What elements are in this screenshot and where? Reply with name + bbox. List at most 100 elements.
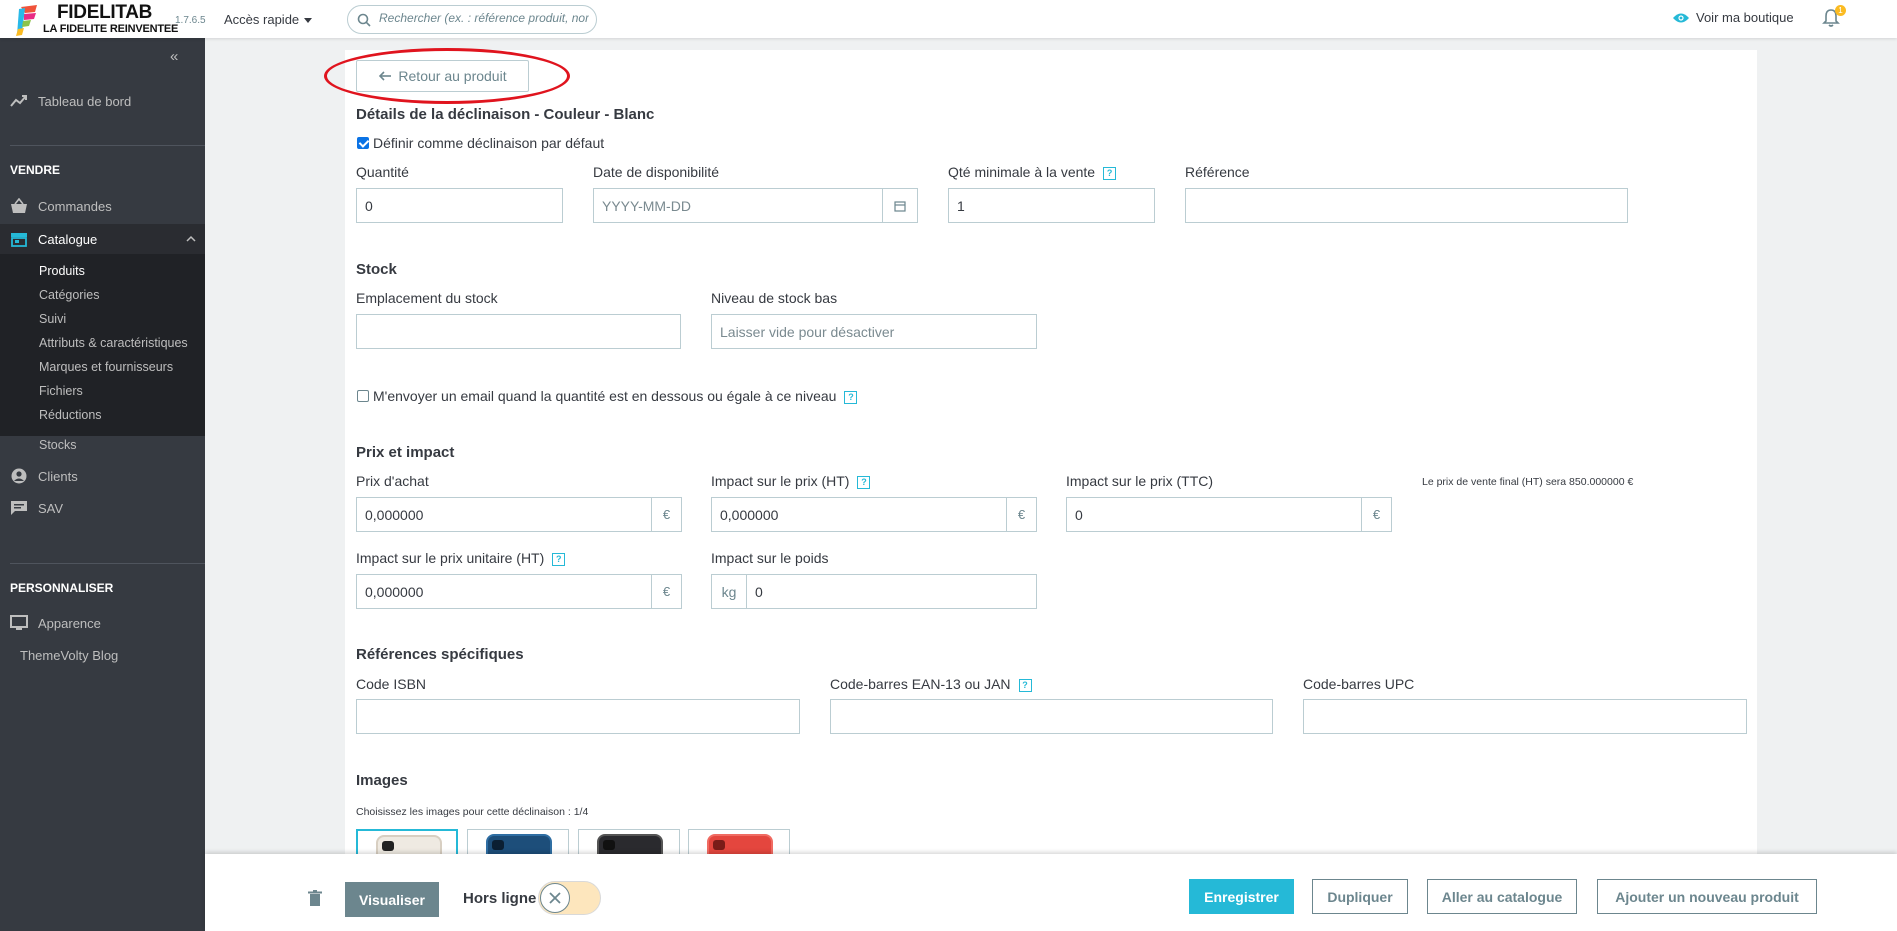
submenu-item-files[interactable]: Fichiers bbox=[39, 384, 83, 398]
images-hint: Choisissez les images pour cette déclina… bbox=[356, 806, 589, 818]
isbn-input[interactable] bbox=[356, 699, 800, 734]
availability-date-label: Date de disponibilité bbox=[593, 164, 720, 180]
availability-date-input[interactable]: YYYY-MM-DD bbox=[593, 188, 883, 223]
unit-impact-input[interactable]: 0,000000 bbox=[356, 574, 652, 609]
help-icon[interactable]: ? bbox=[844, 390, 858, 404]
sidebar-item-orders[interactable]: Commandes bbox=[0, 191, 205, 221]
unit-impact-label: Impact sur le prix unitaire (HT)? bbox=[356, 550, 566, 566]
sidebar-item-appearance[interactable]: Apparence bbox=[0, 608, 205, 638]
action-footer: Visualiser Hors ligne Enregistrer Dupliq… bbox=[205, 854, 1897, 931]
purchase-price-input[interactable]: 0,000000 bbox=[356, 497, 652, 532]
low-stock-label: Niveau de stock bas bbox=[711, 290, 838, 306]
upc-label: Code-barres UPC bbox=[1303, 676, 1415, 692]
quantity-label: Quantité bbox=[356, 164, 409, 180]
impact-ht-label-text: Impact sur le prix (HT) bbox=[711, 473, 850, 489]
submenu-item-stocks[interactable]: Stocks bbox=[39, 438, 77, 452]
notifications-button[interactable]: 1 bbox=[1822, 5, 1846, 30]
offline-label: Hors ligne bbox=[463, 890, 537, 907]
quick-access-dropdown[interactable]: Accès rapide bbox=[224, 12, 313, 27]
close-icon bbox=[549, 892, 561, 904]
images-section-title: Images bbox=[356, 772, 408, 789]
save-button[interactable]: Enregistrer bbox=[1189, 879, 1294, 914]
sidebar: « Tableau de bord VENDRE Commandes Catal… bbox=[0, 38, 205, 931]
final-price-note: Le prix de vente final (HT) sera 850.000… bbox=[1422, 476, 1634, 488]
view-shop-label: Voir ma boutique bbox=[1696, 10, 1794, 25]
preview-button[interactable]: Visualiser bbox=[345, 882, 439, 917]
shopping-basket-icon bbox=[11, 198, 27, 213]
sidebar-item-catalog[interactable]: Catalogue bbox=[0, 224, 205, 254]
submenu-item-tracking[interactable]: Suivi bbox=[39, 312, 66, 326]
ean-input[interactable] bbox=[830, 699, 1273, 734]
go-to-catalog-button[interactable]: Aller au catalogue bbox=[1427, 879, 1577, 914]
sidebar-item-support[interactable]: SAV bbox=[0, 493, 205, 523]
brand-subtitle: LA FIDELITE REINVENTEE bbox=[43, 23, 179, 35]
reference-label: Référence bbox=[1185, 164, 1250, 180]
weight-impact-label: Impact sur le poids bbox=[711, 550, 829, 566]
weight-impact-input[interactable]: 0 bbox=[746, 574, 1037, 609]
top-header: FIDELITAB LA FIDELITE REINVENTEE 1.7.6.5… bbox=[0, 0, 1897, 38]
arrow-left-icon bbox=[379, 71, 392, 81]
stock-location-input[interactable] bbox=[356, 314, 681, 349]
sidebar-item-dashboard[interactable]: Tableau de bord bbox=[0, 86, 205, 116]
sidebar-item-blog[interactable]: ThemeVolty Blog bbox=[20, 648, 118, 663]
search-icon bbox=[357, 13, 371, 27]
search-box[interactable] bbox=[347, 5, 597, 34]
currency-addon: € bbox=[1362, 497, 1392, 532]
chevron-up-icon bbox=[186, 235, 196, 242]
submenu-item-discounts[interactable]: Réductions bbox=[39, 408, 102, 422]
search-input[interactable] bbox=[379, 11, 589, 25]
low-stock-input[interactable]: Laisser vide pour désactiver bbox=[711, 314, 1037, 349]
help-icon[interactable]: ? bbox=[857, 475, 871, 489]
view-shop-link[interactable]: Voir ma boutique bbox=[1672, 10, 1794, 25]
monitor-icon bbox=[10, 615, 28, 630]
email-alert-checkbox[interactable] bbox=[357, 390, 369, 402]
impact-ht-label: Impact sur le prix (HT)? bbox=[711, 473, 871, 489]
stock-section-title: Stock bbox=[356, 261, 397, 278]
submenu-item-products[interactable]: Produits bbox=[39, 264, 85, 278]
notification-badge: 1 bbox=[1835, 5, 1846, 16]
back-button-label: Retour au produit bbox=[398, 68, 507, 84]
default-combination-checkbox[interactable] bbox=[357, 137, 369, 149]
calendar-button[interactable] bbox=[883, 188, 918, 223]
collapse-sidebar-icon[interactable]: « bbox=[170, 48, 178, 65]
sidebar-item-customers[interactable]: Clients bbox=[0, 461, 205, 491]
help-icon[interactable]: ? bbox=[1018, 678, 1032, 692]
toggle-knob bbox=[540, 883, 570, 913]
impact-ttc-label: Impact sur le prix (TTC) bbox=[1066, 473, 1214, 489]
online-toggle[interactable] bbox=[538, 881, 601, 915]
brand-title: FIDELITAB bbox=[57, 2, 153, 23]
upc-input[interactable] bbox=[1303, 699, 1747, 734]
catalog-submenu: Produits Catégories Suivi Attributs & ca… bbox=[0, 254, 205, 436]
help-icon[interactable]: ? bbox=[552, 552, 566, 566]
add-new-product-button[interactable]: Ajouter un nouveau produit bbox=[1597, 879, 1817, 914]
sidebar-support-label: SAV bbox=[38, 501, 64, 516]
submenu-item-categories[interactable]: Catégories bbox=[39, 288, 99, 302]
currency-addon: € bbox=[1007, 497, 1037, 532]
email-alert-label: M'envoyer un email quand la quantité est… bbox=[373, 388, 858, 404]
combination-title: Détails de la déclinaison - Couleur - Bl… bbox=[356, 106, 655, 123]
quick-access-label: Accès rapide bbox=[224, 12, 300, 27]
duplicate-button[interactable]: Dupliquer bbox=[1312, 879, 1408, 914]
refs-section-title: Références spécifiques bbox=[356, 646, 524, 663]
help-icon[interactable]: ? bbox=[1103, 166, 1117, 180]
submenu-item-attributes[interactable]: Attributs & caractéristiques bbox=[39, 336, 188, 350]
stock-location-label: Emplacement du stock bbox=[356, 290, 498, 306]
isbn-label: Code ISBN bbox=[356, 676, 427, 692]
quantity-input[interactable]: 0 bbox=[356, 188, 563, 223]
sidebar-appearance-label: Apparence bbox=[38, 616, 101, 631]
submenu-item-brands[interactable]: Marques et fournisseurs bbox=[39, 360, 173, 374]
back-to-product-button[interactable]: Retour au produit bbox=[356, 60, 529, 92]
impact-ttc-input[interactable]: 0 bbox=[1066, 497, 1362, 532]
chat-icon bbox=[11, 501, 27, 515]
impact-ht-input[interactable]: 0,000000 bbox=[711, 497, 1007, 532]
sidebar-customers-label: Clients bbox=[38, 469, 78, 484]
sidebar-orders-label: Commandes bbox=[38, 199, 112, 214]
calendar-icon bbox=[894, 200, 906, 212]
sidebar-catalog-label: Catalogue bbox=[38, 232, 98, 247]
trash-icon[interactable] bbox=[308, 890, 322, 907]
min-qty-input[interactable]: 1 bbox=[948, 188, 1155, 223]
reference-input[interactable] bbox=[1185, 188, 1628, 223]
version-label: 1.7.6.5 bbox=[175, 15, 206, 26]
ean-label-text: Code-barres EAN-13 ou JAN bbox=[830, 676, 1011, 692]
brand-logo-icon[interactable] bbox=[15, 3, 43, 37]
